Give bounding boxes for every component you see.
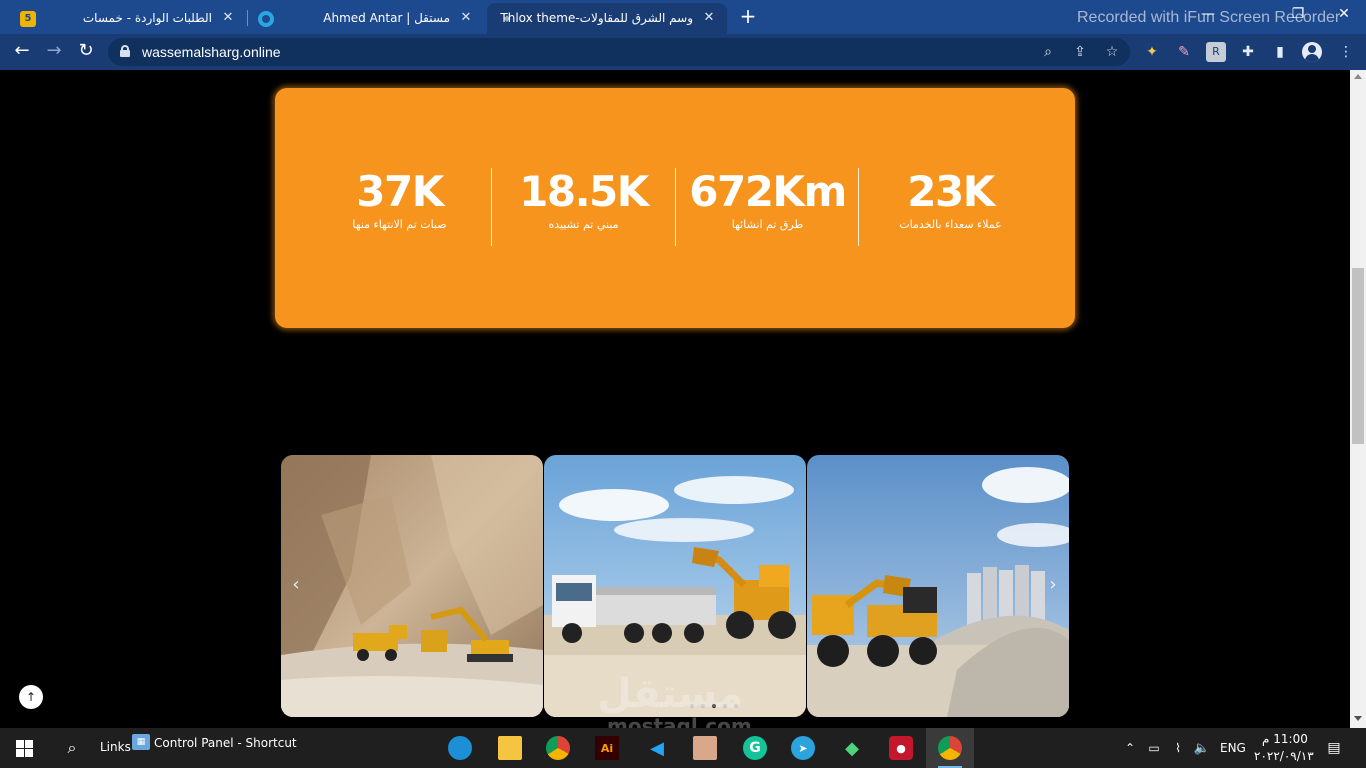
search-icon[interactable]: ⌕ — [60, 736, 84, 760]
zoom-icon[interactable]: ⌕ — [1039, 43, 1057, 61]
stat-value: 37K — [356, 167, 444, 216]
file-explorer-icon[interactable] — [498, 736, 522, 760]
input-language-indicator[interactable]: ENG — [1220, 741, 1246, 755]
close-tab-icon[interactable]: ✕ — [220, 10, 236, 26]
stat-block: 23K عملاء سعداء بالخدمات — [859, 168, 1042, 248]
edge-browser-icon[interactable] — [448, 736, 472, 760]
tab-mostaql[interactable]: Ahmed Antar | مستقل ✕ — [248, 3, 484, 34]
screen-recorder-icon[interactable]: ● — [889, 736, 913, 760]
stat-label: عملاء سعداء بالخدمات — [899, 218, 1002, 231]
gem-app-icon[interactable]: ◆ — [840, 736, 864, 760]
photo-app-icon[interactable] — [693, 736, 717, 760]
scrollbar-thumb[interactable] — [1352, 268, 1364, 444]
stat-label: مبني تم تشييده — [548, 218, 619, 231]
lock-icon[interactable] — [120, 45, 130, 57]
volume-icon[interactable]: 🔈 — [1190, 736, 1214, 760]
stat-label: طرق تم انشائها — [731, 218, 804, 231]
control-panel-icon[interactable]: ▦ — [132, 734, 150, 750]
close-tab-icon[interactable]: ✕ — [458, 10, 474, 26]
stat-block: 37K صبات تم الانتهاء منها — [308, 168, 491, 248]
reload-icon[interactable]: ↻ — [75, 41, 97, 63]
stat-divider — [675, 168, 676, 246]
chrome-profile-icon[interactable] — [938, 736, 962, 760]
tray-chevron-up-icon[interactable]: ⌃ — [1118, 736, 1142, 760]
illustrator-icon[interactable]: Ai — [595, 736, 619, 760]
links-toolbar-label[interactable]: Links — [100, 740, 131, 754]
tab-wassem-alsharg[interactable]: ◆ وسم الشرق للمقاولات-Thlox theme ✕ — [487, 3, 727, 34]
pen-extension-icon[interactable]: ✎ — [1174, 42, 1194, 62]
stat-value: 672Km — [689, 167, 847, 216]
stat-label: صبات تم الانتهاء منها — [352, 218, 447, 231]
stat-value: 23K — [907, 167, 995, 216]
restore-icon[interactable]: ❐ — [1288, 4, 1308, 24]
battery-icon[interactable]: ▭ — [1142, 736, 1166, 760]
side-panel-icon[interactable]: ▮ — [1270, 42, 1290, 62]
gallery-prev-arrow-icon[interactable]: ‹ — [289, 575, 303, 595]
vscode-icon[interactable]: ◀ — [645, 736, 669, 760]
telegram-icon[interactable]: ➤ — [791, 736, 815, 760]
notifications-icon[interactable]: ▤ — [1322, 736, 1346, 760]
bookmark-star-icon[interactable]: ☆ — [1103, 43, 1121, 61]
khamsat-favicon: 5 — [20, 10, 36, 27]
scroll-down-arrow-icon[interactable] — [1354, 716, 1362, 721]
quarry-excavator-slide[interactable] — [281, 455, 543, 717]
stat-block: 18.5K مبني تم تشييده — [492, 168, 675, 248]
url-text[interactable]: wassemalsharg.online — [142, 44, 281, 60]
mostaql-favicon — [258, 10, 274, 27]
chrome-icon[interactable] — [546, 736, 570, 760]
tab-title: وسم الشرق للمقاولات-Thlox theme — [500, 11, 693, 25]
close-tab-icon[interactable]: ✕ — [701, 10, 717, 26]
tab-khamsat[interactable]: 5 الطلبات الواردة - خمسات ✕ — [8, 3, 246, 34]
window-close-icon[interactable]: ✕ — [1334, 4, 1354, 24]
gallery-next-arrow-icon[interactable]: › — [1046, 575, 1060, 595]
tab-title: الطلبات الواردة - خمسات — [82, 11, 212, 25]
translate-extension-icon[interactable]: R — [1206, 42, 1226, 62]
grammarly-icon[interactable]: G — [743, 736, 767, 760]
wifi-icon[interactable]: ⌇ — [1166, 736, 1190, 760]
watermark-arabic: مستقل — [597, 671, 744, 717]
profile-avatar-icon[interactable] — [1302, 42, 1322, 62]
scroll-up-arrow-icon[interactable] — [1354, 74, 1362, 79]
mostaql-watermark: مستقل mostaql.com — [597, 672, 752, 736]
minimize-icon[interactable]: — — [1198, 4, 1218, 24]
scroll-to-top-button[interactable]: ↑ — [19, 685, 43, 709]
stat-divider — [491, 168, 492, 246]
colorpicker-extension-icon[interactable]: ✦ — [1142, 42, 1162, 62]
new-tab-button[interactable]: + — [737, 6, 759, 28]
forward-arrow-icon[interactable]: → — [43, 41, 65, 63]
clock-time[interactable]: 11:00 م — [1262, 732, 1308, 746]
control-panel-shortcut-label[interactable]: Control Panel - Shortcut — [154, 736, 297, 750]
share-icon[interactable]: ⇪ — [1071, 43, 1089, 61]
back-arrow-icon[interactable]: ← — [11, 41, 33, 63]
clock-date[interactable]: ٢٠٢٢/٠٩/١٣ — [1254, 749, 1314, 763]
browser-menu-icon[interactable]: ⋮ — [1336, 42, 1356, 62]
stats-card: 23K عملاء سعداء بالخدمات 672Km طرق تم ان… — [275, 88, 1075, 328]
tab-title: Ahmed Antar | مستقل — [323, 11, 450, 25]
extensions-puzzle-icon[interactable]: ✚ — [1238, 42, 1258, 62]
loader-silos-slide[interactable] — [807, 455, 1069, 717]
stat-value: 18.5K — [519, 167, 649, 216]
windows-start-icon[interactable] — [16, 740, 33, 757]
stat-block: 672Km طرق تم انشائها — [676, 168, 859, 248]
